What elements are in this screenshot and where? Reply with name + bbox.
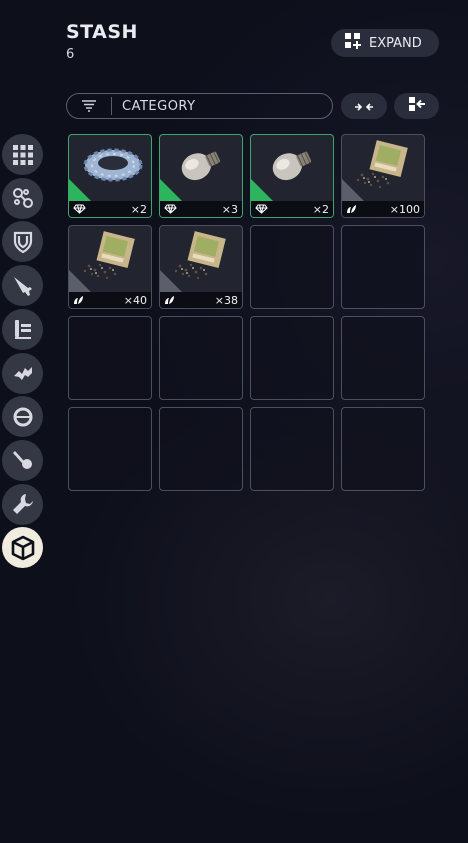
empty-slot[interactable] bbox=[159, 316, 243, 400]
ammo-icon bbox=[11, 317, 35, 341]
ring-icon bbox=[11, 405, 35, 429]
sidebar-item-gear[interactable] bbox=[2, 396, 43, 438]
diamond-icon bbox=[255, 204, 268, 214]
sidebar-item-weapons[interactable] bbox=[2, 265, 43, 307]
rarity-marker bbox=[69, 179, 91, 201]
empty-slot[interactable] bbox=[68, 316, 152, 400]
sidebar-item-materials[interactable] bbox=[2, 527, 43, 569]
empty-slot[interactable] bbox=[159, 407, 243, 491]
empty-slot[interactable] bbox=[250, 316, 334, 400]
rarity-marker bbox=[160, 270, 182, 292]
empty-slot[interactable] bbox=[341, 316, 425, 400]
expand-button[interactable]: EXPAND bbox=[331, 29, 439, 57]
key-icon bbox=[11, 448, 35, 472]
stash-title: STASH bbox=[66, 21, 138, 43]
sidebar-item-tools[interactable] bbox=[2, 483, 43, 525]
chain-icon bbox=[11, 186, 35, 210]
empty-slot[interactable] bbox=[341, 407, 425, 491]
slot-footer: ×38 bbox=[160, 292, 242, 308]
filter-icon bbox=[67, 100, 111, 112]
sort-arrow-icon bbox=[408, 96, 426, 116]
stash-count: 6 bbox=[66, 47, 75, 62]
sidebar-item-armor[interactable] bbox=[2, 221, 43, 263]
empty-slot[interactable] bbox=[250, 225, 334, 309]
rarity-marker bbox=[69, 270, 91, 292]
item-quantity: ×40 bbox=[123, 293, 147, 307]
rarity-marker bbox=[160, 179, 182, 201]
sidebar-item-mods[interactable] bbox=[2, 352, 43, 394]
slot-footer: ×100 bbox=[342, 201, 424, 217]
item-quantity: ×38 bbox=[214, 293, 238, 307]
category-label: CATEGORY bbox=[122, 98, 196, 114]
sidebar-item-ammo[interactable] bbox=[2, 308, 43, 350]
sidebar-item-attachments[interactable] bbox=[2, 177, 43, 219]
shield-icon bbox=[11, 230, 35, 254]
stash-slot-light-bulb[interactable]: ×3 bbox=[159, 134, 243, 218]
slot-footer: ×40 bbox=[69, 292, 151, 308]
box-icon bbox=[10, 535, 36, 561]
leaf-icon bbox=[164, 295, 175, 305]
empty-slot[interactable] bbox=[341, 225, 425, 309]
stash-slot-seed-packet[interactable]: ×40 bbox=[68, 225, 152, 309]
item-quantity: ×100 bbox=[389, 202, 420, 216]
slot-footer: ×3 bbox=[160, 201, 242, 217]
compact-button[interactable] bbox=[341, 93, 387, 119]
collapse-arrows-icon bbox=[354, 97, 374, 116]
rarity-marker bbox=[342, 179, 364, 201]
gun-icon bbox=[11, 274, 35, 298]
diamond-icon bbox=[73, 204, 86, 214]
category-filter[interactable]: CATEGORY bbox=[66, 93, 333, 119]
leaf-icon bbox=[73, 295, 84, 305]
expand-label: EXPAND bbox=[369, 35, 422, 51]
stash-slot-light-bulb[interactable]: ×2 bbox=[250, 134, 334, 218]
diamond-icon bbox=[164, 204, 177, 214]
rarity-marker bbox=[251, 179, 273, 201]
sort-button[interactable] bbox=[394, 93, 439, 119]
stash-slot-rope-coil[interactable]: ×2 bbox=[68, 134, 152, 218]
sidebar-item-keys[interactable] bbox=[2, 439, 43, 481]
item-quantity: ×2 bbox=[130, 202, 147, 216]
stash-grid: ×2 ×3 ×2 ×100 ×40 ×38 bbox=[68, 134, 425, 491]
empty-slot[interactable] bbox=[250, 407, 334, 491]
slot-footer: ×2 bbox=[69, 201, 151, 217]
stash-slot-seed-packet[interactable]: ×38 bbox=[159, 225, 243, 309]
item-quantity: ×2 bbox=[312, 202, 329, 216]
empty-slot[interactable] bbox=[68, 407, 152, 491]
leaf-icon bbox=[346, 204, 357, 214]
item-quantity: ×3 bbox=[221, 202, 238, 216]
wrench-icon bbox=[11, 492, 35, 516]
mod-icon bbox=[11, 361, 35, 385]
stash-slot-seed-packet[interactable]: ×100 bbox=[341, 134, 425, 218]
slot-footer: ×2 bbox=[251, 201, 333, 217]
sidebar-item-all[interactable] bbox=[2, 134, 43, 175]
grid-icon bbox=[12, 144, 34, 166]
expand-grid-icon bbox=[344, 32, 362, 54]
